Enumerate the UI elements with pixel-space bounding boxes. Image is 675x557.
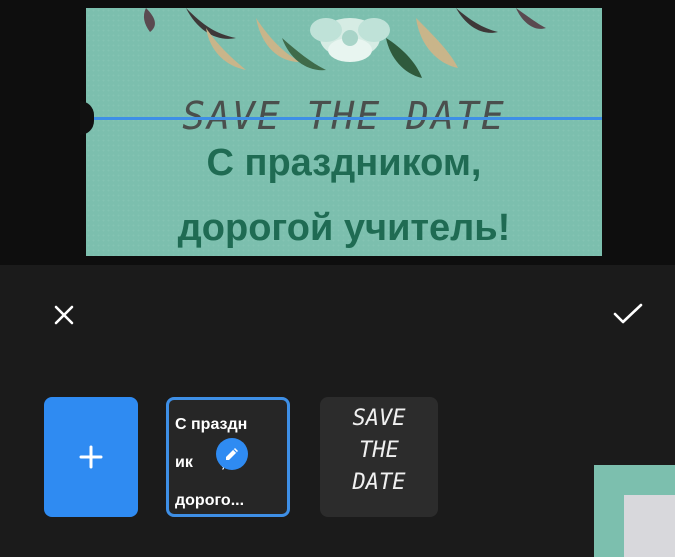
confirm-button[interactable] bbox=[610, 297, 646, 331]
canvas-preview: SAVE THE DATE С праздником, дорогой учит… bbox=[0, 0, 675, 265]
edit-button[interactable] bbox=[216, 438, 248, 470]
text-item-greeting[interactable]: С праздн ик, дорого... bbox=[166, 397, 290, 517]
plus-icon bbox=[79, 445, 103, 469]
close-icon bbox=[54, 305, 74, 325]
text-item-preview: SAVE THE DATE bbox=[320, 403, 438, 499]
add-text-button[interactable] bbox=[44, 397, 138, 517]
checkmark-icon bbox=[613, 303, 643, 324]
text-item-line-1: SAVE bbox=[352, 406, 406, 431]
card-title[interactable]: SAVE THE DATE bbox=[86, 94, 602, 138]
background-thumbnail-inner bbox=[624, 495, 675, 557]
text-item-save-the-date[interactable]: SAVE THE DATE bbox=[320, 397, 438, 517]
text-item-line-3: дорого... bbox=[175, 492, 245, 509]
text-item-line-3: DATE bbox=[352, 470, 406, 495]
text-item-line-2: THE bbox=[359, 438, 399, 463]
greeting-line-1[interactable]: С праздником, bbox=[86, 141, 602, 185]
greeting-line-2[interactable]: дорогой учитель! bbox=[86, 206, 602, 250]
greeting-card: SAVE THE DATE С праздником, дорогой учит… bbox=[86, 8, 602, 256]
close-button[interactable] bbox=[48, 299, 80, 331]
text-editor-panel: С праздн ик, дорого... SAVE THE DATE bbox=[0, 265, 675, 557]
pencil-icon bbox=[226, 448, 238, 460]
background-thumbnail[interactable] bbox=[594, 465, 675, 557]
alignment-guide bbox=[86, 117, 602, 120]
floral-decoration bbox=[143, 8, 546, 78]
